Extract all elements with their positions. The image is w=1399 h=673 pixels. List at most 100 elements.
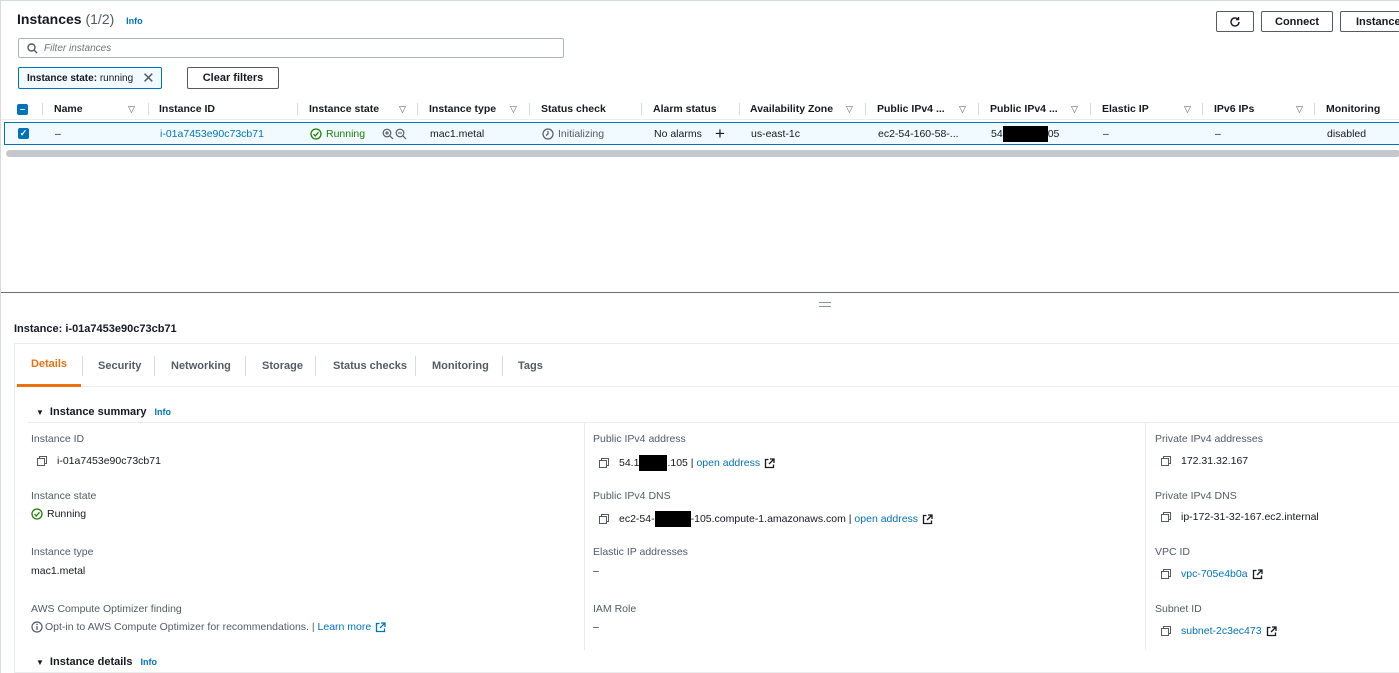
check-circle-icon bbox=[310, 127, 322, 140]
detail-tabs: Details Security Networking Storage Stat… bbox=[15, 344, 1399, 387]
remove-filter-icon[interactable]: ✕ bbox=[142, 71, 155, 86]
instance-summary-heading[interactable]: ▼ Instance summary Info bbox=[36, 406, 171, 418]
public-ip-suffix: 05 bbox=[1047, 127, 1060, 140]
sort-icon[interactable]: ▽ bbox=[128, 104, 135, 115]
iam-role-label: IAM Role bbox=[593, 603, 637, 615]
state-text: Running bbox=[326, 127, 366, 140]
instance-details-heading[interactable]: ▼ Instance details Info bbox=[36, 656, 157, 668]
instance-details-title: Instance details bbox=[49, 656, 133, 668]
resize-handle-icon[interactable] bbox=[819, 302, 831, 307]
column-header-availability-zone[interactable]: Availability Zone ▽ bbox=[750, 98, 856, 120]
vpc-id-link[interactable]: vpc-705e4b0a bbox=[1181, 568, 1248, 580]
external-link-icon[interactable] bbox=[922, 513, 933, 525]
check-circle-icon bbox=[31, 508, 43, 520]
column-header-alarm-status[interactable]: Alarm status bbox=[653, 98, 717, 120]
caret-down-icon[interactable]: ▼ bbox=[36, 658, 44, 667]
instances-table-header: – Name ▽ Instance ID Instance state ▽ Inst… bbox=[1, 98, 1399, 120]
open-address-link[interactable]: open address bbox=[696, 457, 760, 469]
copy-icon[interactable] bbox=[599, 514, 609, 524]
public-dns-suffix: -105.compute-1.amazonaws.com | bbox=[690, 513, 852, 525]
checkmark-icon: ✓ bbox=[18, 128, 29, 139]
column-header-instance-id[interactable]: Instance ID bbox=[159, 98, 215, 120]
sort-icon[interactable]: ▽ bbox=[510, 104, 517, 115]
column-header-instance-type[interactable]: Instance type ▽ bbox=[429, 98, 521, 120]
sort-icon[interactable]: ▽ bbox=[959, 104, 966, 115]
external-link-icon[interactable] bbox=[375, 621, 386, 633]
table-row[interactable]: ✓ – i-01a7453e90c73cb71 Running mac1.met… bbox=[4, 122, 1399, 145]
copy-icon[interactable] bbox=[37, 456, 47, 466]
sort-icon[interactable]: ▽ bbox=[399, 104, 406, 115]
learn-more-link[interactable]: Learn more bbox=[318, 621, 372, 633]
open-address-link[interactable]: open address bbox=[854, 513, 918, 525]
copy-icon[interactable] bbox=[1161, 512, 1171, 522]
column-header-instance-state[interactable]: Instance state ▽ bbox=[309, 98, 409, 120]
optimizer-label: AWS Compute Optimizer finding bbox=[31, 603, 182, 615]
instance-type-value: mac1.metal bbox=[31, 565, 86, 577]
add-alarm-icon[interactable]: + bbox=[715, 123, 725, 144]
external-link-icon[interactable] bbox=[764, 457, 775, 469]
vpc-id-value: vpc-705e4b0a bbox=[1161, 568, 1263, 580]
instances-info-link[interactable]: Info bbox=[126, 16, 143, 26]
cell-alarm-status: No alarms bbox=[654, 127, 702, 140]
indeterminate-checkbox-icon: – bbox=[17, 103, 28, 115]
public-dns-label: Public IPv4 DNS bbox=[593, 490, 671, 502]
select-all-checkbox[interactable]: – bbox=[17, 98, 28, 120]
sort-icon[interactable]: ▽ bbox=[846, 104, 853, 115]
public-ip-suffix: .105 | bbox=[667, 457, 694, 469]
zoom-out-icon[interactable] bbox=[395, 123, 407, 144]
tab-tags[interactable]: Tags bbox=[518, 344, 543, 387]
redacted-block bbox=[1002, 125, 1048, 142]
connect-button[interactable]: Connect bbox=[1261, 11, 1333, 32]
horizontal-scrollbar[interactable] bbox=[6, 150, 1399, 157]
tab-storage[interactable]: Storage bbox=[262, 344, 303, 387]
zoom-in-icon[interactable] bbox=[382, 123, 394, 144]
redacted-block bbox=[654, 511, 691, 527]
cell-monitoring: disabled bbox=[1327, 127, 1367, 140]
filter-instances-search[interactable] bbox=[18, 38, 564, 58]
cell-instance-id-link[interactable]: i-01a7453e90c73cb71 bbox=[160, 123, 264, 144]
filter-token-value: running bbox=[99, 72, 134, 84]
copy-icon[interactable] bbox=[1161, 626, 1171, 636]
sort-icon[interactable]: ▽ bbox=[1184, 104, 1191, 115]
tab-status-checks[interactable]: Status checks bbox=[333, 344, 407, 387]
tab-security[interactable]: Security bbox=[98, 344, 141, 387]
instance-id-text: i-01a7453e90c73cb71 bbox=[57, 455, 161, 467]
copy-icon[interactable] bbox=[1161, 456, 1171, 466]
details-info-link[interactable]: Info bbox=[140, 657, 157, 667]
public-ip-value: 54.1 .105 | open address bbox=[599, 455, 775, 471]
search-input[interactable] bbox=[44, 42, 544, 54]
subnet-id-label: Subnet ID bbox=[1155, 603, 1202, 615]
cell-elastic-ip: – bbox=[1103, 127, 1109, 140]
external-link-icon[interactable] bbox=[1252, 568, 1263, 580]
vpc-id-label: VPC ID bbox=[1155, 546, 1191, 558]
column-header-ipv6[interactable]: IPv6 IPs ▽ bbox=[1214, 98, 1306, 120]
column-header-status-check[interactable]: Status check bbox=[541, 98, 606, 120]
column-header-public-ip[interactable]: Public IPv4 ... ▽ bbox=[990, 98, 1082, 120]
copy-icon[interactable] bbox=[1161, 569, 1171, 579]
column-header-elastic-ip[interactable]: Elastic IP ▽ bbox=[1102, 98, 1192, 120]
column-header-name[interactable]: Name ▽ bbox=[54, 98, 144, 120]
external-link-icon[interactable] bbox=[1266, 625, 1277, 637]
sort-icon[interactable]: ▽ bbox=[1296, 104, 1303, 115]
tab-networking[interactable]: Networking bbox=[171, 344, 231, 387]
instance-state-button[interactable]: Instance bbox=[1340, 11, 1399, 32]
instances-title: Instances bbox=[17, 11, 82, 27]
row-checkbox[interactable]: ✓ bbox=[18, 123, 29, 144]
column-header-public-dns[interactable]: Public IPv4 ... ▽ bbox=[877, 98, 969, 120]
optimizer-text: Opt-in to AWS Compute Optimizer for reco… bbox=[45, 621, 315, 633]
optimizer-value: Opt-in to AWS Compute Optimizer for reco… bbox=[31, 621, 386, 633]
sort-icon[interactable]: ▽ bbox=[1071, 104, 1078, 115]
refresh-button[interactable] bbox=[1216, 11, 1254, 32]
subnet-id-link[interactable]: subnet-2c3ec473 bbox=[1181, 625, 1262, 637]
column-header-monitoring[interactable]: Monitoring bbox=[1326, 98, 1380, 120]
copy-icon[interactable] bbox=[599, 458, 609, 468]
cell-ipv6: – bbox=[1215, 127, 1221, 140]
tab-details[interactable]: Details bbox=[17, 344, 81, 387]
redacted-block bbox=[639, 455, 668, 471]
split-divider bbox=[1, 292, 1399, 293]
caret-down-icon[interactable]: ▼ bbox=[36, 408, 44, 417]
tab-monitoring[interactable]: Monitoring bbox=[432, 344, 489, 387]
public-ip-prefix: 54 bbox=[991, 127, 1003, 140]
summary-info-link[interactable]: Info bbox=[155, 407, 172, 417]
clear-filters-button[interactable]: Clear filters bbox=[187, 67, 279, 89]
